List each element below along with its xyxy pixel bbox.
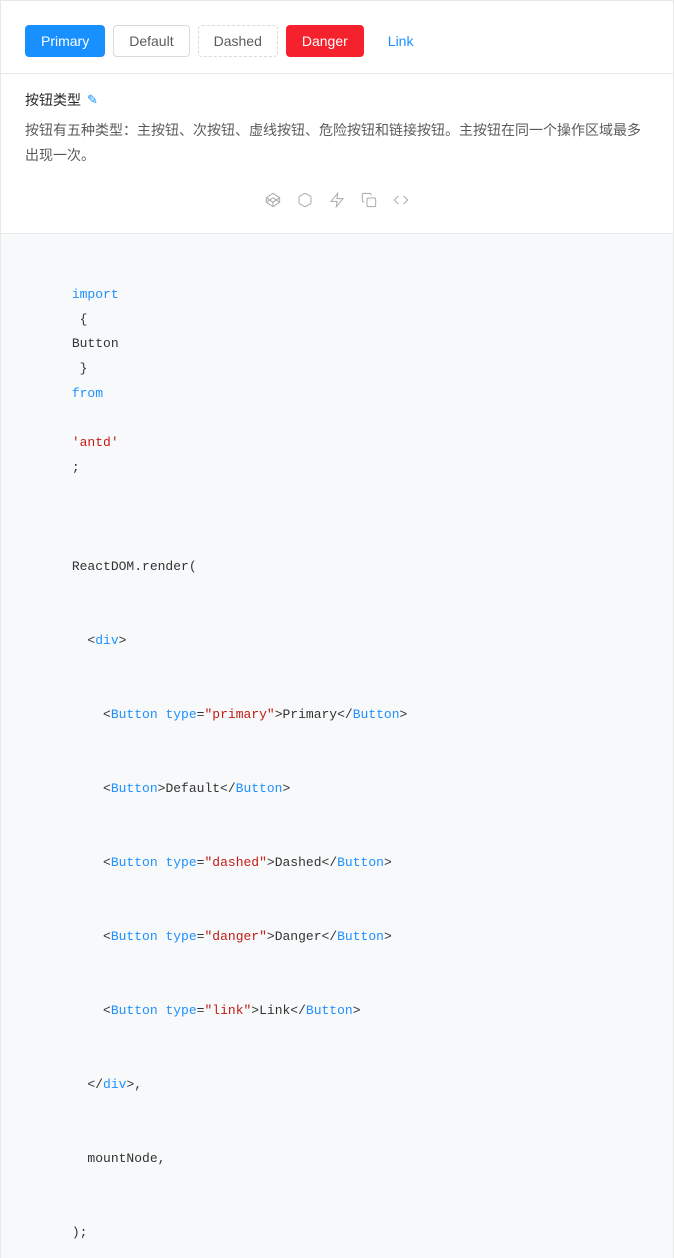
desc-area: 按钮类型 ✎ 按钮有五种类型：主按钮、次按钮、虚线按钮、危险按钮和链接按钮。主按… (1, 74, 673, 234)
render-close: ); (25, 1197, 649, 1258)
render-open: ReactDOM.render( (25, 530, 649, 604)
div-open: <div> (25, 604, 649, 678)
lightning-icon[interactable] (329, 192, 345, 213)
mountnode-line: mountNode, (25, 1122, 649, 1196)
title-text: 按钮类型 (25, 90, 81, 110)
codepen-icon[interactable] (265, 192, 281, 213)
desc-text: 按钮有五种类型：主按钮、次按钮、虚线按钮、危险按钮和链接按钮。主按钮在同一个操作… (25, 118, 649, 168)
code-area: import { Button } from 'antd' ; ReactDOM… (1, 234, 673, 1258)
demo-area: Primary Default Dashed Danger Link (1, 1, 673, 74)
button-primary-line: <Button type="primary">Primary</Button> (25, 678, 649, 752)
primary-button[interactable]: Primary (25, 25, 105, 57)
button-dashed-line: <Button type="dashed">Dashed</Button> (25, 826, 649, 900)
toolbar (25, 184, 649, 225)
default-button[interactable]: Default (113, 25, 189, 57)
div-close: </div>, (25, 1048, 649, 1122)
edit-icon[interactable]: ✎ (87, 92, 98, 108)
button-danger-line: <Button type="danger">Danger</Button> (25, 900, 649, 974)
button-row: Primary Default Dashed Danger Link (25, 25, 649, 57)
link-button[interactable]: Link (372, 25, 430, 57)
copy-icon[interactable] (361, 192, 377, 213)
danger-button[interactable]: Danger (286, 25, 364, 57)
blank-line-1 (25, 505, 649, 530)
desc-title: 按钮类型 ✎ (25, 90, 649, 110)
button-default-line: <Button>Default</Button> (25, 752, 649, 826)
button-link-line: <Button type="link">Link</Button> (25, 974, 649, 1048)
main-container: Primary Default Dashed Danger Link 按钮类型 … (0, 0, 674, 1258)
code-icon[interactable] (393, 192, 409, 213)
codesandbox-icon[interactable] (297, 192, 313, 213)
import-line: import { Button } from 'antd' ; (25, 258, 649, 505)
dashed-button[interactable]: Dashed (198, 25, 278, 57)
